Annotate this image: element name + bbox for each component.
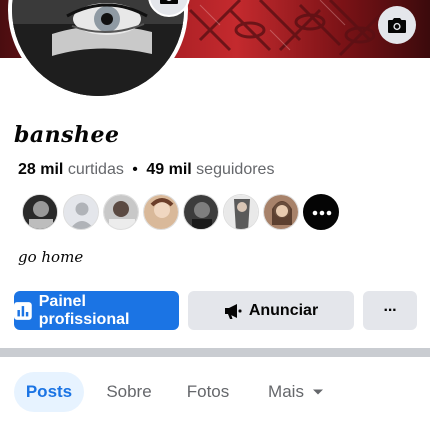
follower-avatar[interactable] xyxy=(103,194,139,230)
follower-avatar[interactable] xyxy=(22,194,58,230)
followers-label[interactable]: seguidores xyxy=(196,161,274,178)
likes-label[interactable]: curtidas xyxy=(68,161,124,178)
tab-about-label: Sobre xyxy=(106,382,152,401)
professional-dashboard-button[interactable]: Painel profissional xyxy=(14,291,179,330)
ellipsis-icon xyxy=(312,210,332,216)
profile-stats: 28 mil curtidas • 49 mil seguidores xyxy=(18,161,274,179)
tab-photos-label: Fotos xyxy=(186,382,230,401)
tab-more-label: Mais xyxy=(268,382,304,401)
follower-avatar-default[interactable] xyxy=(63,194,99,230)
followers-count[interactable]: 49 mil xyxy=(146,161,191,178)
follower-avatar-image xyxy=(264,195,298,229)
follower-avatar-image xyxy=(184,195,218,229)
tab-posts-label: Posts xyxy=(25,382,73,401)
edit-cover-photo-button[interactable] xyxy=(378,6,416,44)
follower-avatar-image xyxy=(224,195,258,229)
bar-chart-icon xyxy=(14,301,32,320)
camera-icon xyxy=(160,0,178,4)
follower-avatar-image xyxy=(104,195,138,229)
see-all-followers-button[interactable] xyxy=(303,194,339,230)
follower-avatar-image xyxy=(144,195,178,229)
more-options-button[interactable]: ··· xyxy=(363,291,417,330)
follower-avatar-image xyxy=(23,195,57,229)
follower-avatar[interactable] xyxy=(143,194,179,230)
tab-about[interactable]: Sobre xyxy=(96,372,162,412)
professional-dashboard-label: Painel profissional xyxy=(38,292,130,328)
tab-more[interactable]: Mais xyxy=(256,372,336,412)
section-divider xyxy=(0,348,430,357)
profile-bio: go home xyxy=(18,248,84,266)
profile-tabs: Posts Sobre Fotos Mais xyxy=(0,372,430,412)
caret-down-icon xyxy=(312,389,323,395)
likes-count[interactable]: 28 mil xyxy=(18,161,63,178)
camera-icon xyxy=(388,18,406,33)
tab-photos[interactable]: Fotos xyxy=(176,372,240,412)
follower-avatar[interactable] xyxy=(223,194,259,230)
stats-separator: • xyxy=(132,161,138,178)
advertise-button[interactable]: Anunciar xyxy=(188,291,354,330)
megaphone-icon xyxy=(224,303,242,319)
profile-name: banshee xyxy=(14,122,120,148)
ellipsis-icon: ··· xyxy=(383,301,398,319)
advertise-label: Anunciar xyxy=(248,301,319,319)
follower-avatar[interactable] xyxy=(263,194,299,230)
follower-avatar[interactable] xyxy=(183,194,219,230)
profile-picture-frame xyxy=(8,0,190,100)
tab-posts[interactable]: Posts xyxy=(14,372,84,412)
person-placeholder-icon xyxy=(64,195,98,229)
